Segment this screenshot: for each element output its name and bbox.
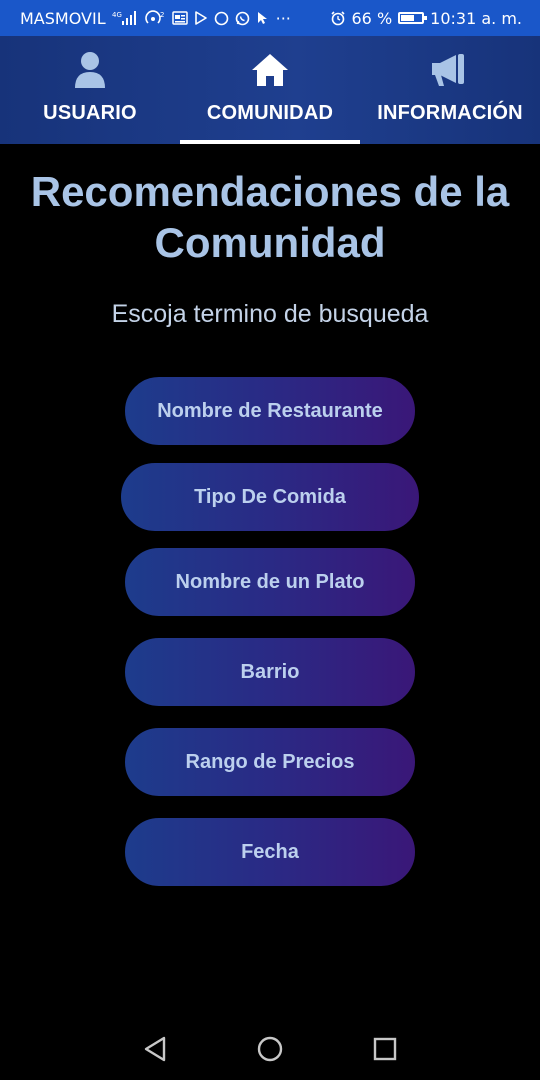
page-title: Recomendaciones de la Comunidad xyxy=(30,168,510,266)
clock: 10:31 a. m. xyxy=(430,8,522,28)
recents-icon[interactable] xyxy=(370,1034,400,1064)
status-left: MASMOVIL 4G 2 ··· xyxy=(20,9,291,28)
home-icon xyxy=(250,50,290,90)
dish-name-button[interactable]: Nombre de un Plato xyxy=(123,546,417,618)
date-button[interactable]: Fecha xyxy=(123,816,417,888)
tab-informacion[interactable]: INFORMACIÓN xyxy=(360,36,540,144)
home-circle-icon[interactable] xyxy=(255,1034,285,1064)
status-bar: MASMOVIL 4G 2 ··· 66 % 10:31 a. m. xyxy=(0,0,540,36)
selected-tab-indicator xyxy=(180,140,360,144)
tab-label-usuario: USUARIO xyxy=(43,102,137,124)
megaphone-icon xyxy=(430,50,470,90)
tab-label-informacion: INFORMACIÓN xyxy=(377,102,523,124)
alarm-icon xyxy=(330,10,346,26)
whatsapp-icon xyxy=(235,10,250,26)
carrier-name: MASMOVIL xyxy=(20,8,106,28)
status-right: 66 % 10:31 a. m. xyxy=(330,8,522,28)
tab-comunidad[interactable]: COMUNIDAD xyxy=(180,36,360,144)
navigation-bar xyxy=(0,1016,540,1080)
news-icon xyxy=(171,10,188,26)
battery-level xyxy=(401,15,415,21)
tab-label-comunidad: COMUNIDAD xyxy=(206,102,334,124)
network-type: 4G xyxy=(112,11,122,19)
battery-icon xyxy=(398,12,428,24)
cursor-app-icon xyxy=(256,10,270,26)
search-instruction: Escoja termino de busqueda xyxy=(111,300,429,328)
neighborhood-button[interactable]: Barrio xyxy=(123,636,417,708)
svg-text:2: 2 xyxy=(160,11,164,19)
tab-usuario[interactable]: USUARIO xyxy=(0,36,180,144)
play-store-icon xyxy=(194,10,208,26)
tab-bar: USUARIO COMUNIDAD INFORMACIÓN xyxy=(0,36,540,144)
battery-percent: 66 % xyxy=(351,8,393,28)
back-icon[interactable] xyxy=(140,1034,170,1064)
food-type-button[interactable]: Tipo De Comida xyxy=(119,461,421,533)
signal-icon: 4G xyxy=(112,10,138,26)
hotspot-icon: 2 xyxy=(144,10,166,26)
price-range-button[interactable]: Rango de Precios xyxy=(123,726,417,798)
restaurant-name-button[interactable]: Nombre de Restaurante xyxy=(123,375,417,447)
more-notifications: ··· xyxy=(275,8,291,28)
circle-app-icon xyxy=(214,10,229,26)
user-icon xyxy=(70,50,110,90)
